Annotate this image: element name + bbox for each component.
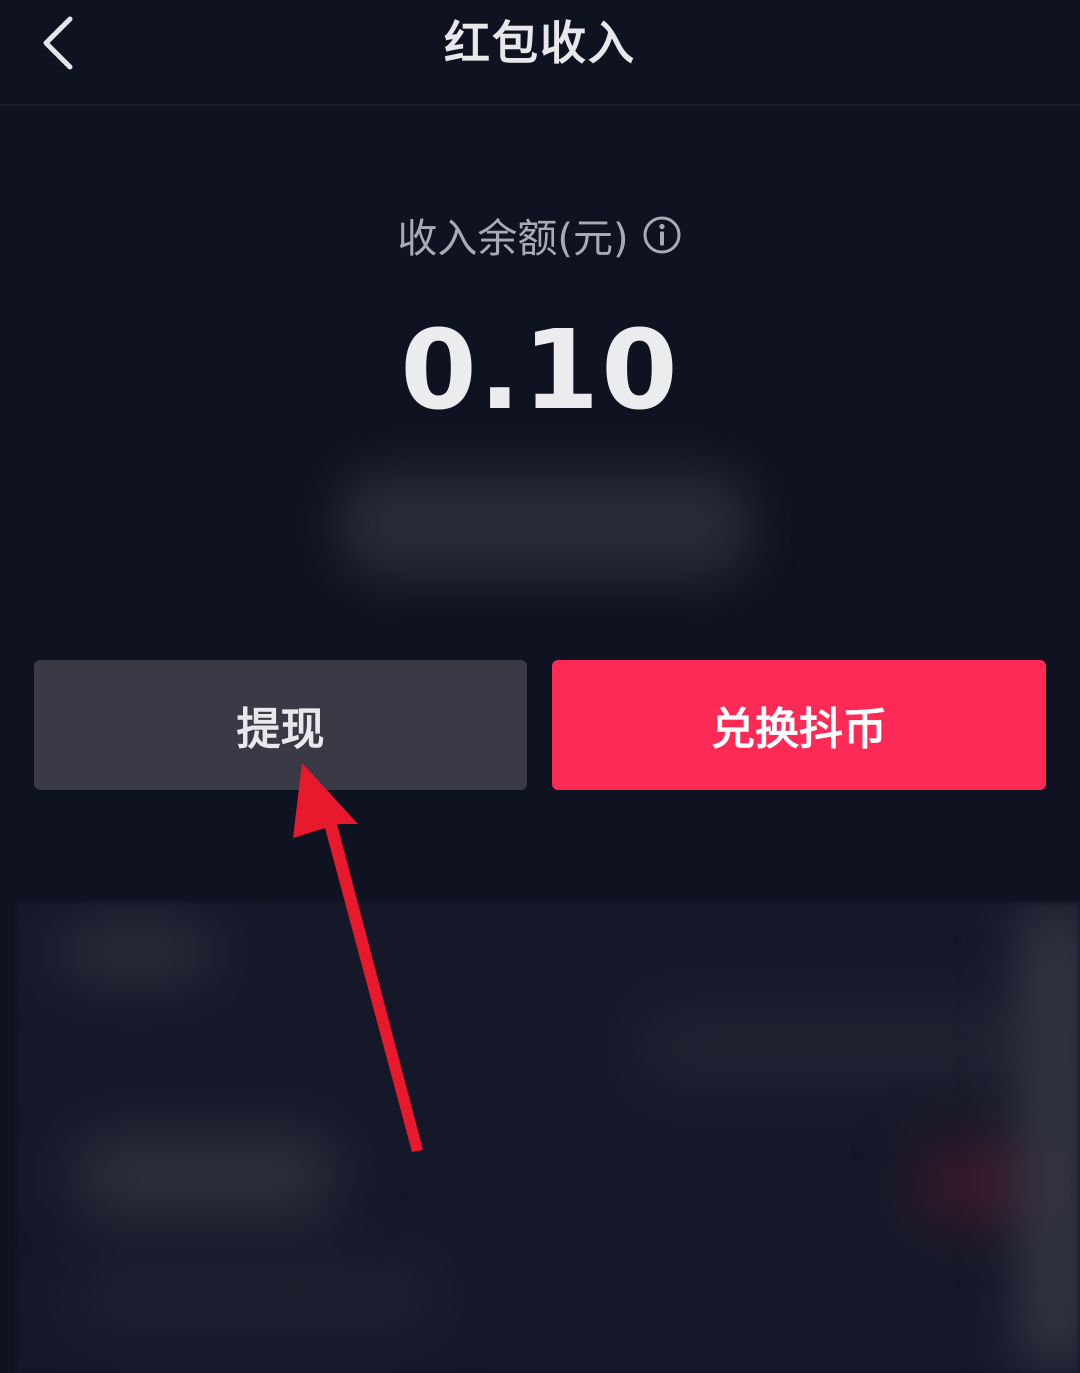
- withdraw-button[interactable]: 提现: [34, 660, 527, 790]
- balance-label: 收入余额(元): [397, 216, 629, 262]
- balance-amount: 0.10: [400, 306, 680, 434]
- nav-bar: 红包收入: [0, 0, 1080, 106]
- page-title: 红包收入: [444, 16, 636, 70]
- exchange-coins-button[interactable]: 兑换抖币: [552, 660, 1046, 790]
- info-icon[interactable]: [641, 214, 683, 256]
- balance-label-row: 收入余额(元): [0, 200, 1080, 270]
- back-button[interactable]: [22, 0, 94, 86]
- blurred-subtext: [340, 470, 750, 580]
- chevron-left-icon: [43, 16, 73, 70]
- blurred-transaction-list: [16, 902, 1080, 1373]
